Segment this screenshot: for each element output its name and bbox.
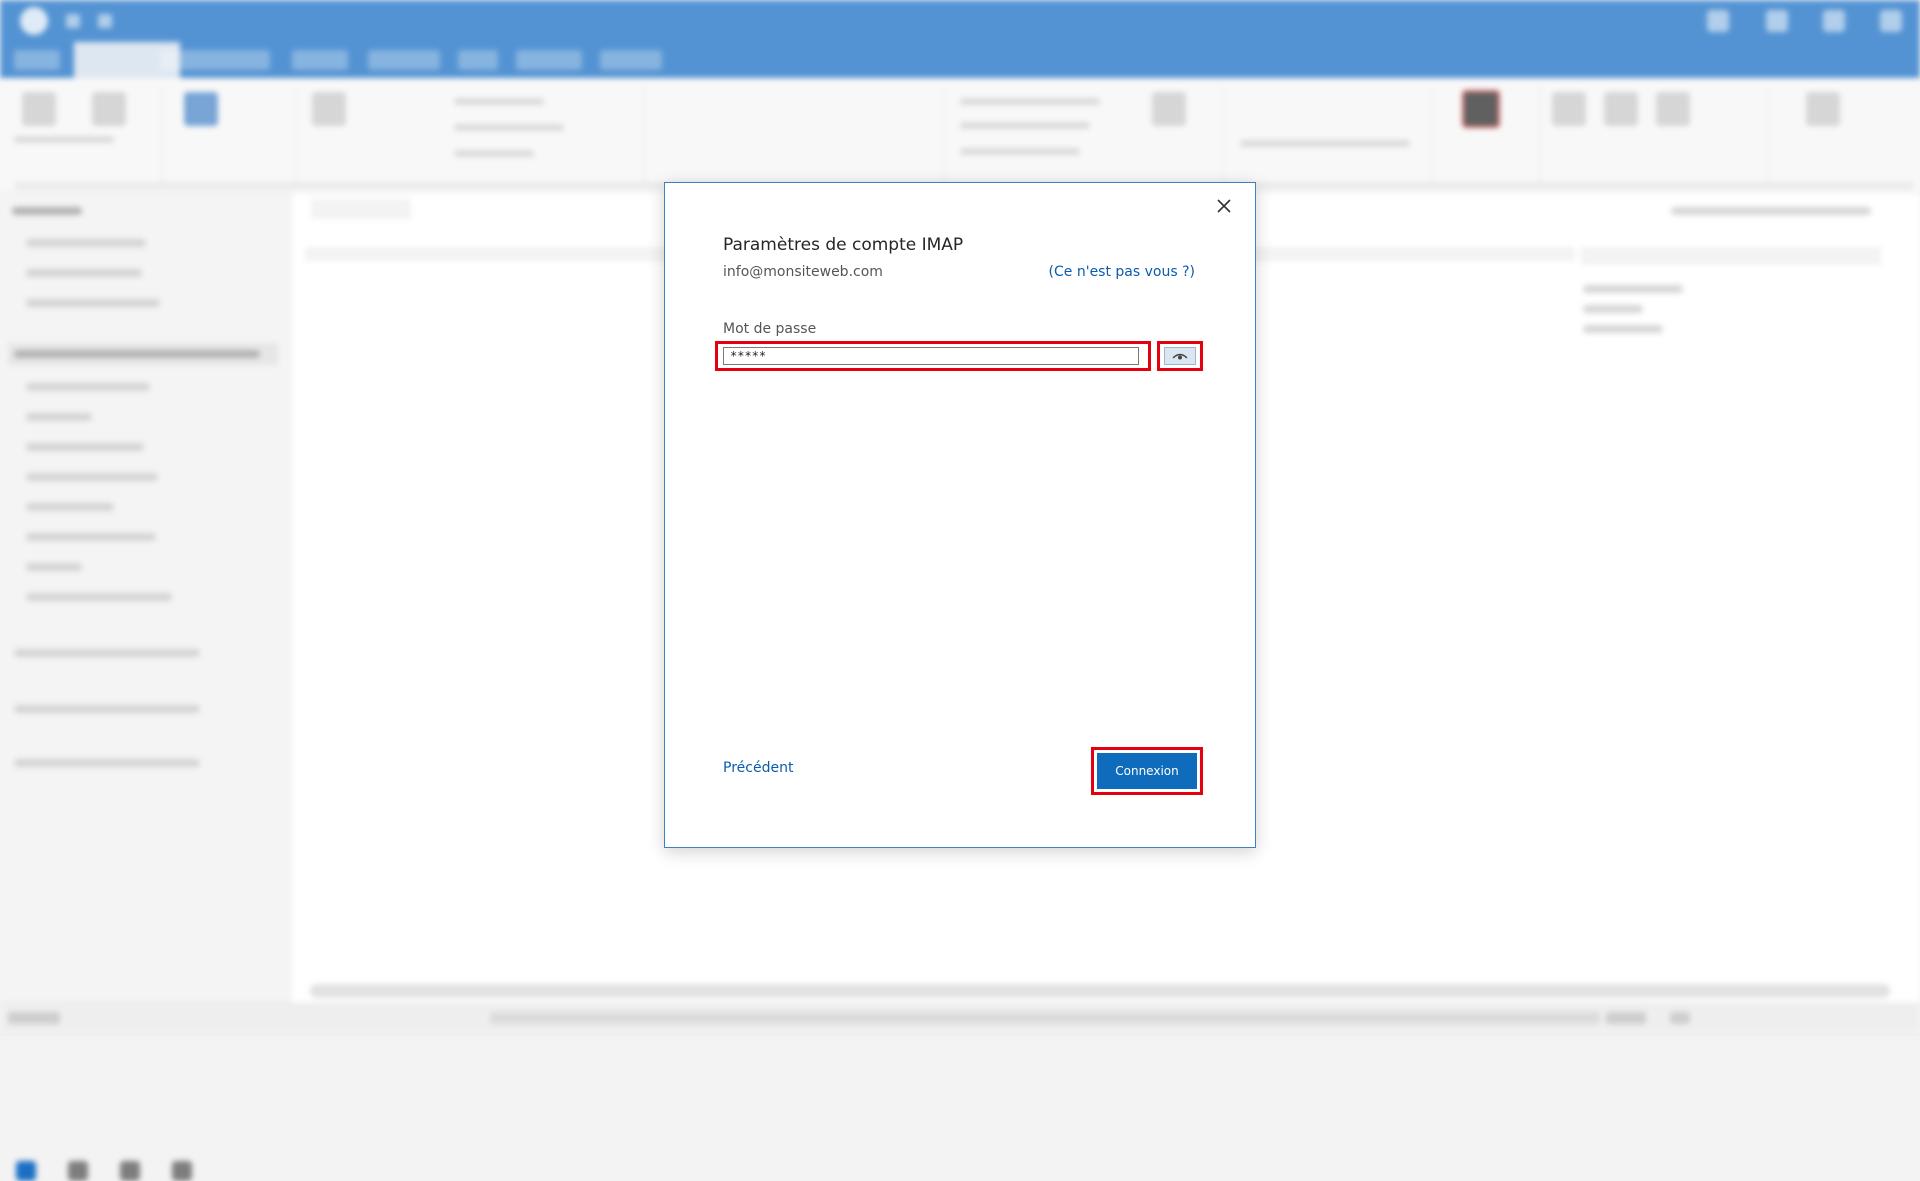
not-you-link[interactable]: (Ce n'est pas vous ?) <box>1049 264 1195 280</box>
password-input[interactable] <box>723 347 1139 365</box>
password-label: Mot de passe <box>723 321 817 337</box>
back-link[interactable]: Précédent <box>723 760 793 776</box>
imap-settings-dialog: Paramètres de compte IMAP info@monsitewe… <box>664 182 1256 848</box>
mail-icon <box>16 1161 36 1181</box>
people-icon <box>120 1161 140 1181</box>
dialog-title: Paramètres de compte IMAP <box>723 235 964 255</box>
calendar-icon <box>68 1161 88 1181</box>
eye-icon <box>1172 353 1188 360</box>
reveal-password-button[interactable] <box>1164 347 1196 365</box>
reveal-button-highlight <box>1157 341 1203 371</box>
password-field-highlight <box>715 341 1151 371</box>
account-email: info@monsiteweb.com <box>723 264 883 280</box>
connect-button[interactable]: Connexion <box>1097 753 1197 789</box>
connect-button-highlight: Connexion <box>1091 747 1203 795</box>
close-icon <box>1217 199 1231 213</box>
tasks-icon <box>172 1161 192 1181</box>
dialog-close-button[interactable] <box>1209 191 1239 221</box>
